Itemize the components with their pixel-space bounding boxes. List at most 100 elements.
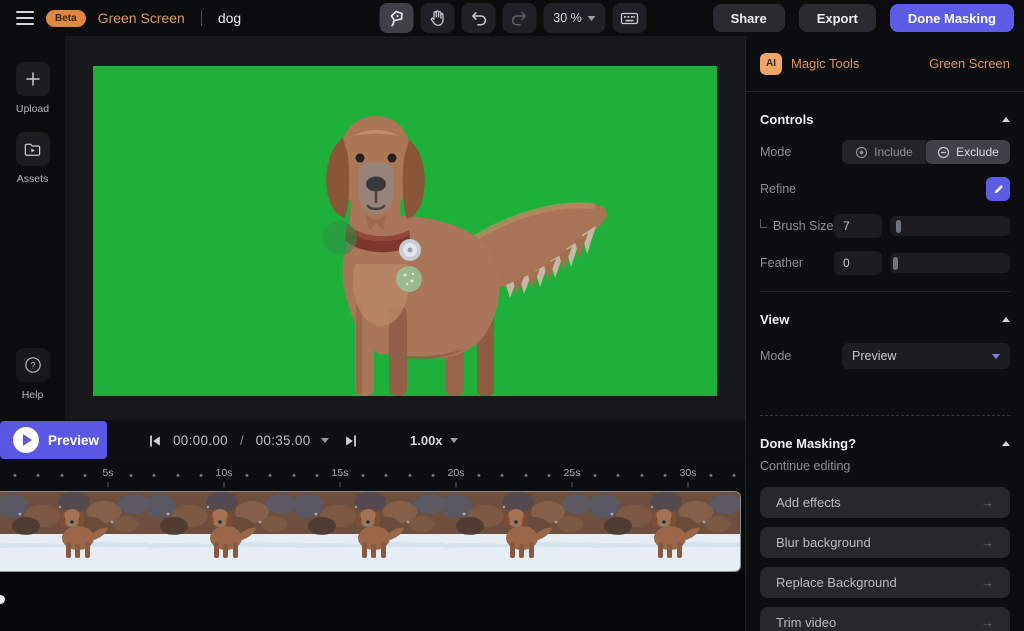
done-masking-button[interactable]: Done Masking	[890, 4, 1014, 32]
speed-value: 1.00x	[410, 433, 443, 448]
timeline-lower-track	[0, 573, 745, 631]
skip-to-start-icon[interactable]	[147, 433, 163, 449]
skip-to-end-icon[interactable]	[343, 433, 359, 449]
filmstrip-clip[interactable]	[0, 491, 741, 572]
feather-slider[interactable]	[890, 253, 1010, 273]
view-section: View Mode Preview	[746, 292, 1024, 416]
playback-bar: Preview 00:00.00 / 00:35.00 1.00x	[0, 420, 745, 461]
svg-text:?: ?	[30, 360, 35, 370]
circle-minus-icon	[937, 146, 950, 159]
assets-folder-icon	[23, 140, 42, 159]
transport-controls: 00:00.00 / 00:35.00	[147, 420, 359, 461]
redo-button[interactable]	[503, 3, 537, 33]
brush-size-input[interactable]: 7	[834, 214, 882, 238]
time-separator: /	[240, 433, 244, 448]
timeline-ruler[interactable]: 5s10s15s20s25s30s	[0, 461, 745, 491]
blur-background-label: Blur background	[776, 535, 871, 550]
preview-button[interactable]: Preview	[0, 421, 107, 459]
include-mode-button[interactable]: Include	[842, 140, 926, 164]
export-label: Export	[817, 11, 858, 26]
zoom-level: 30 %	[553, 11, 582, 25]
brush-size-slider[interactable]	[890, 216, 1010, 236]
slider-handle[interactable]	[896, 220, 901, 233]
feather-input[interactable]: 0	[834, 251, 882, 275]
menu-icon[interactable]	[16, 11, 34, 25]
trim-video-button[interactable]: Trim video →	[760, 607, 1010, 631]
controls-section-header[interactable]: Controls	[760, 112, 1010, 127]
keyboard-icon	[620, 8, 640, 28]
redo-icon	[510, 8, 530, 28]
help-icon: ?	[23, 355, 43, 375]
share-button[interactable]: Share	[713, 4, 785, 32]
playback-speed-dropdown[interactable]: 1.00x	[410, 420, 458, 461]
add-effects-button[interactable]: Add effects →	[760, 487, 1010, 518]
play-icon	[13, 427, 39, 453]
arrow-right-icon: →	[981, 575, 994, 590]
add-effects-label: Add effects	[776, 495, 841, 510]
exclude-mode-button[interactable]: Exclude	[926, 140, 1010, 164]
collapse-chevron-icon	[1002, 441, 1010, 446]
include-label: Include	[874, 145, 913, 159]
magic-tools-title: Magic Tools	[791, 56, 929, 71]
help-label: Help	[22, 389, 44, 401]
playhead-handle[interactable]	[0, 595, 5, 604]
feather-label: Feather	[760, 256, 834, 270]
view-mode-value: Preview	[852, 349, 896, 363]
done-masking-title: Done Masking?	[760, 436, 856, 451]
replace-background-label: Replace Background	[776, 575, 897, 590]
beta-badge: Beta	[46, 10, 86, 27]
undo-button[interactable]	[462, 3, 496, 33]
tree-elbow-icon	[760, 219, 767, 228]
sidebar-item-assets[interactable]: Assets	[0, 132, 65, 185]
panel-header: AI Magic Tools Green Screen	[746, 36, 1024, 92]
controls-section: Controls Mode Include	[746, 92, 1024, 292]
slider-handle[interactable]	[893, 257, 898, 270]
chevron-down-icon	[588, 16, 596, 21]
export-button[interactable]: Export	[799, 4, 876, 32]
mode-label: Mode	[760, 145, 842, 159]
topbar: Beta Green Screen dog	[0, 0, 1024, 36]
refine-label: Refine	[760, 182, 986, 196]
video-canvas[interactable]	[93, 66, 717, 396]
current-time: 00:00.00	[173, 433, 228, 448]
mask-mode-segmented-control: Include Exclude	[842, 140, 1010, 164]
arrow-right-icon: →	[981, 535, 994, 550]
shortcuts-button[interactable]	[613, 3, 647, 33]
brush-icon	[992, 183, 1005, 196]
done-masking-section-header[interactable]: Done Masking?	[760, 436, 1010, 451]
upload-label: Upload	[16, 103, 49, 115]
green-screen-tool-link[interactable]: Green Screen	[929, 56, 1010, 71]
brush-size-label: Brush Size	[760, 219, 834, 233]
sidebar-item-help[interactable]: ? Help	[0, 348, 65, 401]
zoom-level-dropdown[interactable]: 30 %	[544, 3, 606, 33]
time-options-chevron-icon[interactable]	[321, 438, 329, 443]
sidebar-item-upload[interactable]: Upload	[0, 62, 65, 115]
lasso-tool-button[interactable]	[380, 3, 414, 33]
controls-title: Controls	[760, 112, 813, 127]
plus-icon	[24, 70, 42, 88]
done-masking-label: Done Masking	[908, 11, 996, 26]
lasso-icon	[387, 8, 407, 28]
toolbar: 30 %	[380, 3, 647, 33]
ai-badge-icon: AI	[760, 53, 782, 75]
green-screen-app: Beta Green Screen dog	[0, 0, 1024, 631]
replace-background-button[interactable]: Replace Background →	[760, 567, 1010, 598]
blur-background-button[interactable]: Blur background →	[760, 527, 1010, 558]
collapse-chevron-icon	[1002, 317, 1010, 322]
dog-green-screen-frame	[93, 66, 717, 396]
collapse-chevron-icon	[1002, 117, 1010, 122]
editor-stage	[65, 36, 745, 420]
exclude-label: Exclude	[956, 145, 999, 159]
title-divider	[201, 10, 202, 26]
view-mode-label: Mode	[760, 349, 842, 363]
hand-tool-button[interactable]	[421, 3, 455, 33]
view-mode-dropdown[interactable]: Preview	[842, 343, 1010, 369]
preview-label: Preview	[48, 433, 99, 448]
view-title: View	[760, 312, 789, 327]
chevron-down-icon	[450, 438, 458, 443]
trim-video-label: Trim video	[776, 615, 836, 630]
view-section-header[interactable]: View	[760, 312, 1010, 327]
refine-brush-button[interactable]	[986, 177, 1010, 201]
arrow-right-icon: →	[981, 495, 994, 510]
right-panel: AI Magic Tools Green Screen Controls Mod…	[745, 36, 1024, 631]
